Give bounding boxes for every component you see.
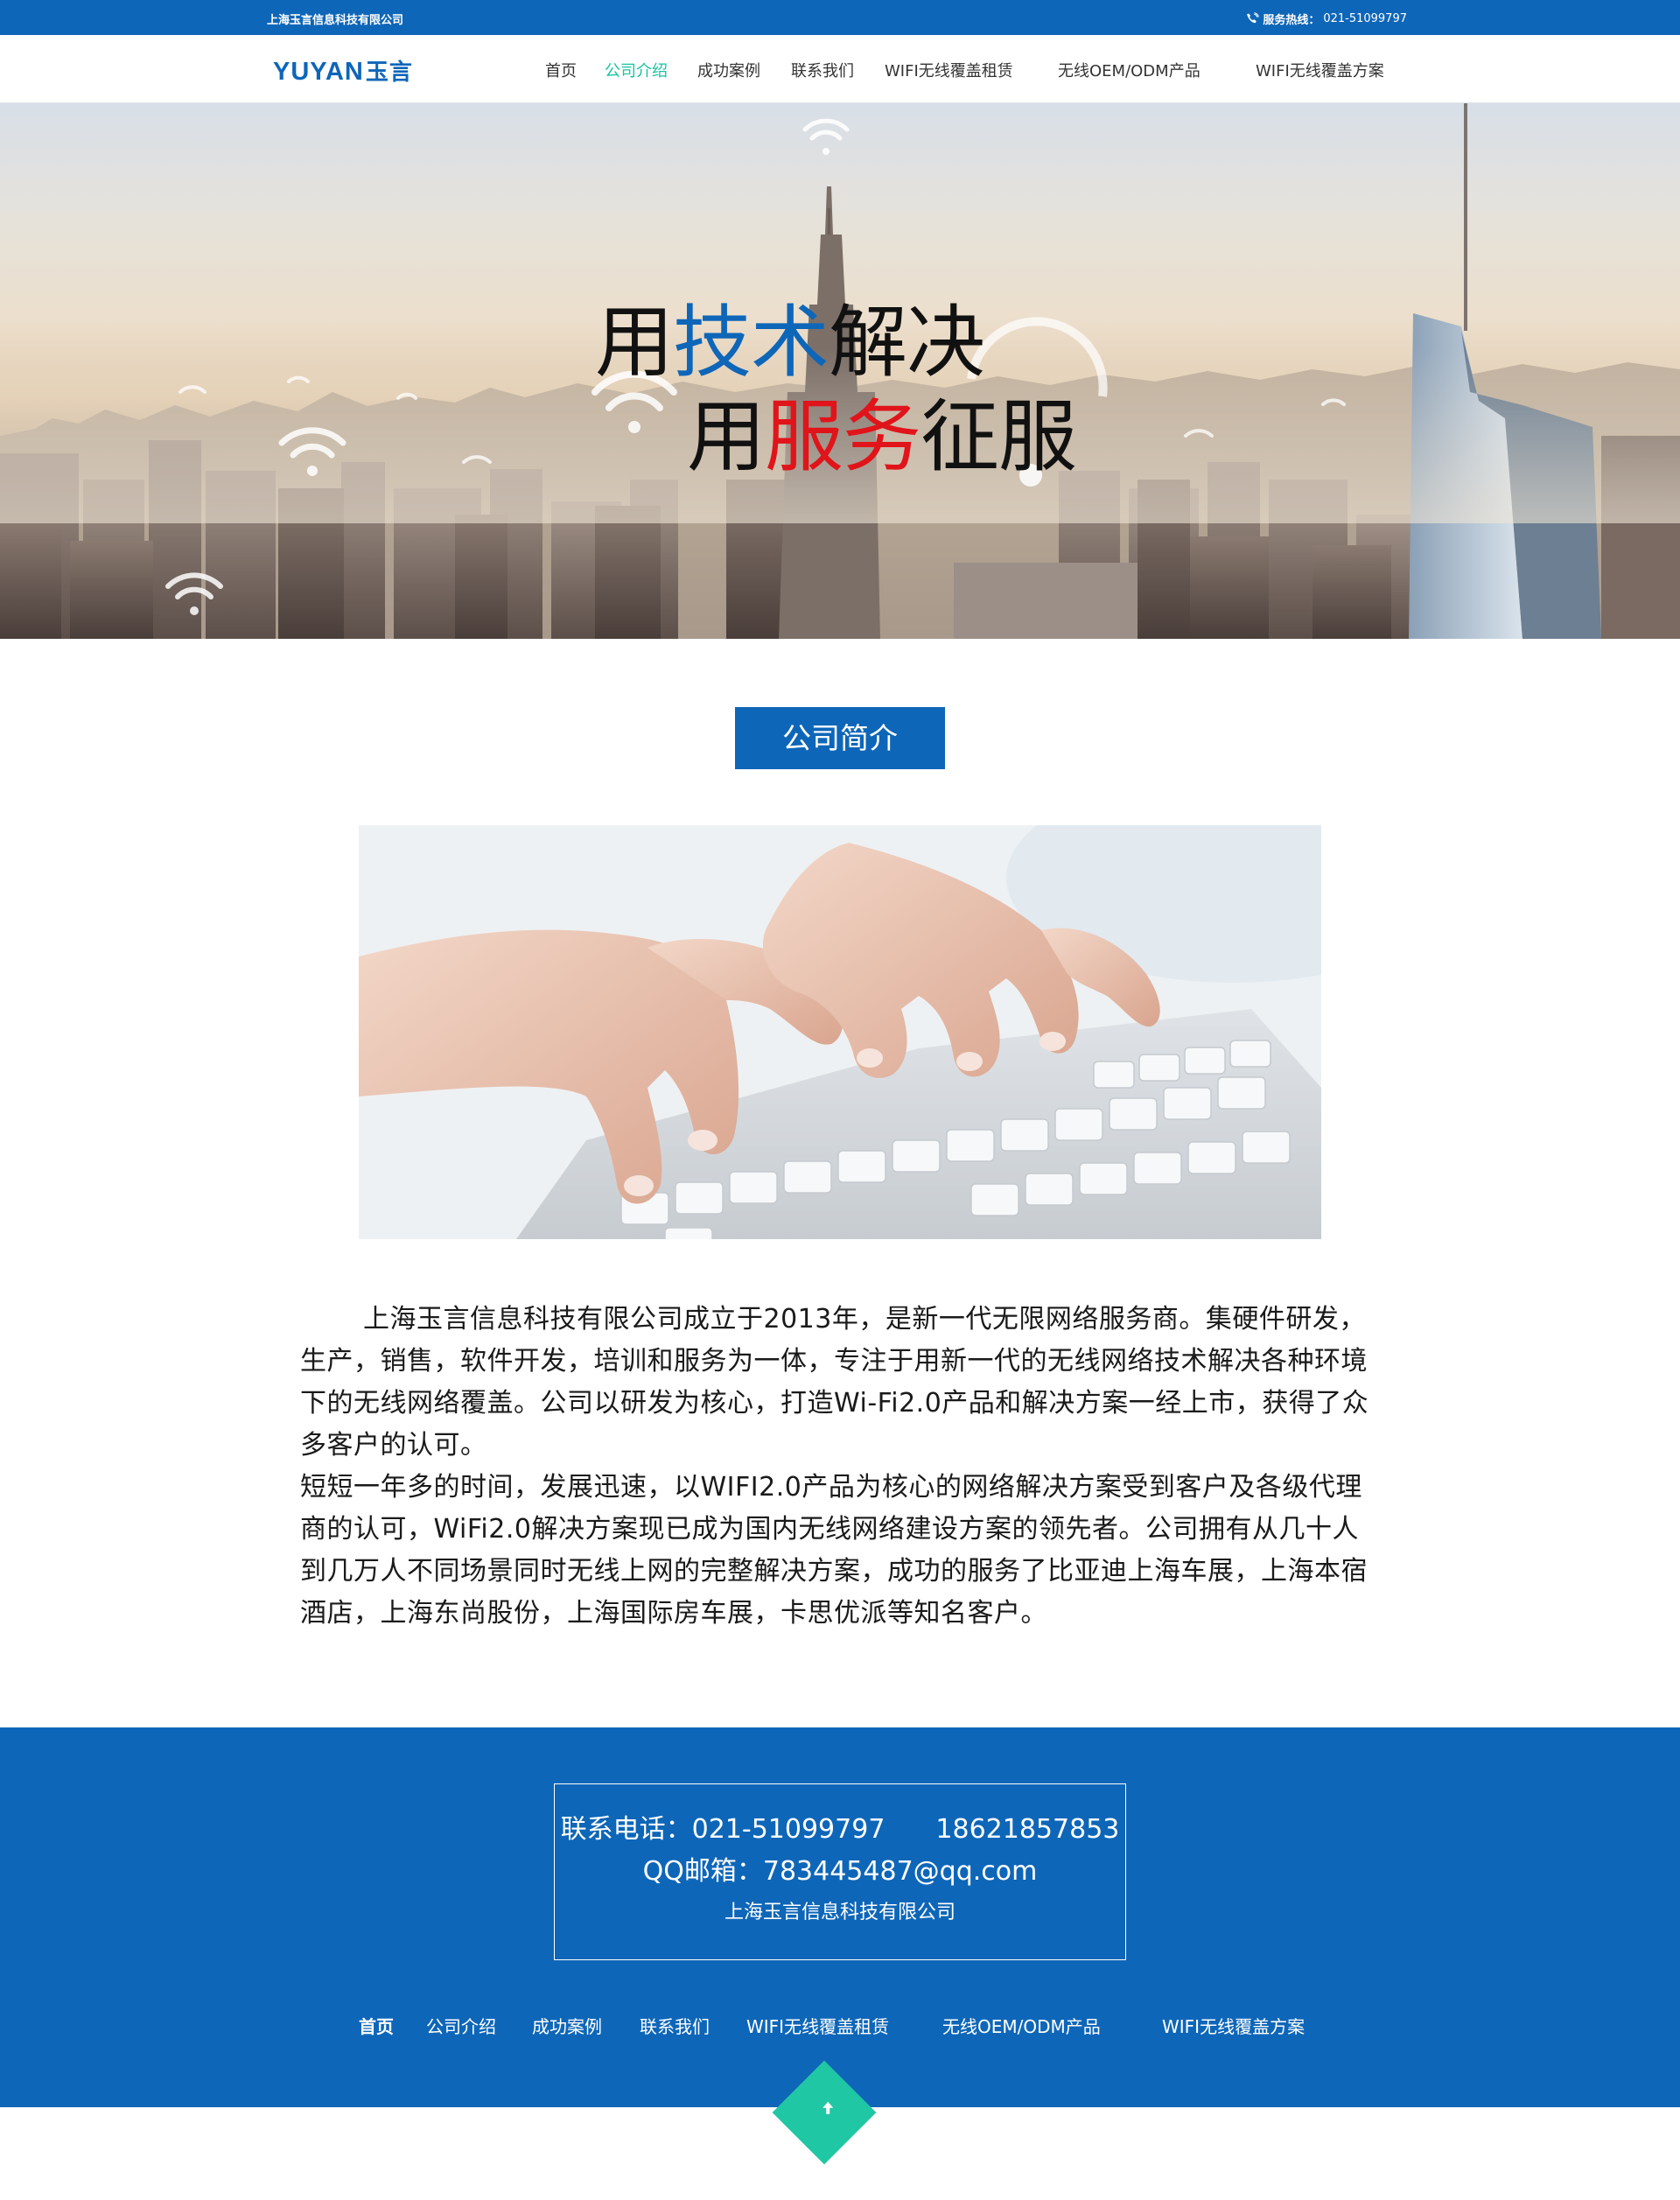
phone-icon bbox=[1247, 12, 1260, 24]
nav-item-contact[interactable]: 联系我们 bbox=[791, 59, 854, 81]
hotline-number: 021-51099797 bbox=[1323, 12, 1407, 25]
arrow-up-icon bbox=[822, 2101, 834, 2114]
hero-slogan-line2: 用服务征服 bbox=[687, 373, 1077, 487]
contact-email-line: QQ邮箱：783445487@qq.com bbox=[555, 1849, 1125, 1888]
footer-company-name: 上海玉言信息科技有限公司 bbox=[724, 1902, 956, 1923]
footer-item-about[interactable]: 公司介绍 bbox=[426, 2013, 496, 2038]
top-company-name: 上海玉言信息科技有限公司 bbox=[267, 14, 404, 27]
footer-menu: 首页 公司介绍 成功案例 联系我们 WIFI无线覆盖租赁 无线OEM/ODM产品… bbox=[0, 2013, 1680, 2037]
phone-label: 联系电话： bbox=[560, 1814, 692, 1845]
intro-paragraph-2: 短短一年多的时间，发展迅速，以WIFI2.0产品为核心的网络解决方案受到客户及各… bbox=[300, 1472, 1368, 1629]
contact-phone-line: 联系电话：021-51099797 18621857853 bbox=[555, 1807, 1125, 1846]
top-bar: 上海玉言信息科技有限公司 服务热线： 021-51099797 bbox=[0, 0, 1680, 35]
email-address: 783445487@qq.com bbox=[762, 1856, 1038, 1887]
intro-paragraph-1: 上海玉言信息科技有限公司成立于2013年，是新一代无限网络服务商。集硬件研发，生… bbox=[300, 1304, 1369, 1461]
hero-line2-highlight: 服务 bbox=[765, 391, 921, 483]
nav-item-home[interactable]: 首页 bbox=[545, 59, 577, 81]
footer-item-home[interactable]: 首页 bbox=[359, 2013, 394, 2038]
phone-number-1: 021-51099797 bbox=[691, 1814, 886, 1845]
footer: 联系电话：021-51099797 18621857853 QQ邮箱：783445… bbox=[0, 1727, 1680, 2107]
nav-item-oem-odm[interactable]: 无线OEM/ODM产品 bbox=[1058, 59, 1200, 81]
nav-item-wifi-rental[interactable]: WIFI无线覆盖租赁 bbox=[885, 59, 1013, 81]
hero-line1-a: 用 bbox=[595, 297, 674, 389]
service-hotline: 服务热线： 021-51099797 bbox=[1246, 11, 1407, 27]
footer-item-wifi-solution[interactable]: WIFI无线覆盖方案 bbox=[1162, 2013, 1305, 2038]
typing-keyboard-photo bbox=[359, 825, 1321, 1239]
wifi-icon bbox=[802, 118, 850, 155]
footer-item-oem-odm[interactable]: 无线OEM/ODM产品 bbox=[942, 2013, 1101, 2038]
hero-line2-a: 用 bbox=[687, 391, 766, 483]
footer-item-contact[interactable]: 联系我们 bbox=[640, 2013, 710, 2038]
nav-item-about[interactable]: 公司介绍 bbox=[605, 59, 668, 81]
main-nav: YUYAN玉言 首页 公司介绍 成功案例 联系我们 WIFI无线覆盖租赁 无线O… bbox=[0, 35, 1680, 103]
hotline-label: 服务热线： bbox=[1263, 14, 1320, 27]
footer-item-wifi-rental[interactable]: WIFI无线覆盖租赁 bbox=[746, 2013, 889, 2038]
company-intro-text: 上海玉言信息科技有限公司成立于2013年，是新一代无限网络服务商。集硬件研发，生… bbox=[300, 1299, 1385, 1635]
nav-item-cases[interactable]: 成功案例 bbox=[697, 59, 760, 81]
footer-item-cases[interactable]: 成功案例 bbox=[532, 2013, 602, 2038]
hero-line2-c: 征服 bbox=[920, 391, 1077, 483]
section-title-company-intro: 公司简介 bbox=[735, 707, 945, 769]
hero-banner: 用技术解决 用服务征服 bbox=[0, 103, 1680, 639]
email-label: QQ邮箱： bbox=[642, 1856, 763, 1887]
phone-number-2: 18621857853 bbox=[935, 1814, 1120, 1845]
nav-item-wifi-solution[interactable]: WIFI无线覆盖方案 bbox=[1256, 59, 1384, 81]
contact-info-box: 联系电话：021-51099797 18621857853 QQ邮箱：783445… bbox=[554, 1783, 1126, 1960]
nav-menu: 首页 公司介绍 成功案例 联系我们 WIFI无线覆盖租赁 无线OEM/ODM产品… bbox=[0, 59, 1680, 81]
